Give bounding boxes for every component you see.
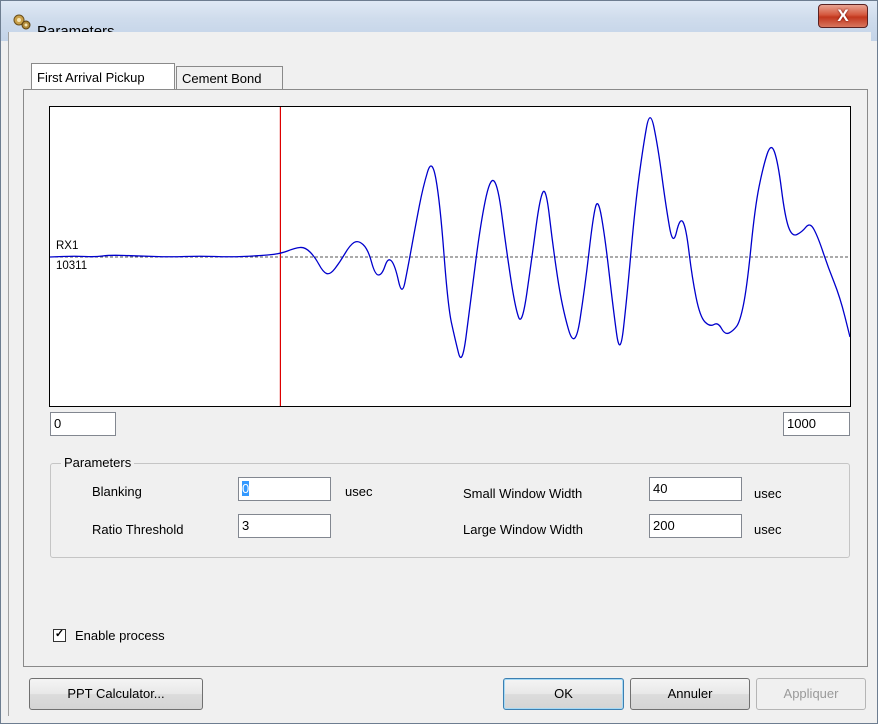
large-window-width-field[interactable]: 200 — [649, 514, 742, 538]
blanking-field[interactable]: 0 — [238, 477, 331, 501]
blanking-label: Blanking — [92, 484, 142, 499]
gear-icon — [13, 14, 31, 30]
ppt-calculator-button[interactable]: PPT Calculator... — [29, 678, 203, 710]
x-min-field[interactable]: 0 — [50, 412, 116, 436]
ok-button[interactable]: OK — [503, 678, 624, 710]
channel-value: 10311 — [56, 260, 88, 272]
cancel-button[interactable]: Annuler — [630, 678, 750, 710]
close-icon: X — [837, 6, 849, 25]
small-window-width-label: Small Window Width — [463, 486, 583, 501]
waveform-plot[interactable]: RX1 10311 — [49, 106, 851, 407]
apply-button[interactable]: Appliquer — [756, 678, 866, 710]
large-window-width-unit: usec — [754, 522, 782, 537]
small-window-width-unit: usec — [754, 486, 782, 501]
close-button[interactable]: X — [818, 4, 868, 28]
enable-process-label[interactable]: Enable process — [75, 628, 165, 643]
blanking-unit: usec — [345, 484, 373, 499]
ratio-threshold-field[interactable]: 3 — [238, 514, 331, 538]
ratio-threshold-label: Ratio Threshold — [92, 522, 184, 537]
checkmark-icon: ✓ — [54, 628, 65, 640]
channel-name: RX1 — [56, 240, 79, 252]
waveform-canvas — [50, 107, 850, 406]
small-window-width-field[interactable]: 40 — [649, 477, 742, 501]
x-max-field[interactable]: 1000 — [783, 412, 850, 436]
large-window-width-label: Large Window Width — [463, 522, 583, 537]
tab-first-arrival-pickup[interactable]: First Arrival Pickup — [31, 63, 175, 89]
waveform-trace — [50, 117, 850, 358]
tab-cement-bond[interactable]: Cement Bond — [176, 66, 283, 89]
parameters-group-title: Parameters — [61, 455, 135, 470]
enable-process-checkbox[interactable]: ✓ — [53, 628, 66, 642]
